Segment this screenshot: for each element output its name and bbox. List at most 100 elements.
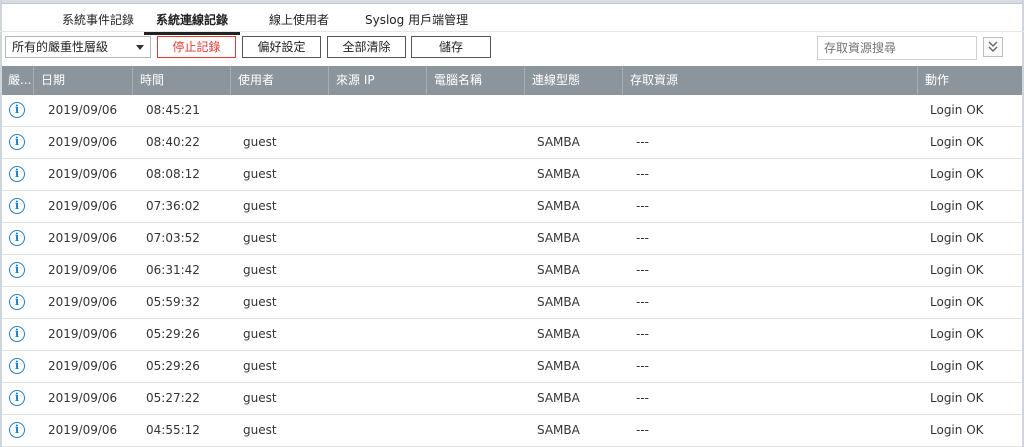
cell-accessed-resource: --- xyxy=(636,199,649,213)
cell-connection-type: SAMBA xyxy=(537,167,580,181)
double-chevron-down-icon xyxy=(988,41,998,52)
cell-date: 2019/09/06 xyxy=(48,231,118,245)
info-icon: i xyxy=(9,262,25,278)
cell-user: guest xyxy=(243,199,277,213)
toolbar: 所有的嚴重性層級 停止記錄 偏好設定 全部清除 儲存 xyxy=(0,32,1024,66)
cell-time: 08:40:22 xyxy=(146,135,200,149)
cell-user: guest xyxy=(243,263,277,277)
table-row[interactable]: i 2019/09/06 04:55:12 guest SAMBA --- Login OK xyxy=(2,415,1022,447)
resource-search-input[interactable] xyxy=(817,36,977,60)
severity-level-select[interactable]: 所有的嚴重性層級 xyxy=(5,36,151,58)
cell-user: guest xyxy=(243,135,277,149)
info-icon: i xyxy=(9,102,25,118)
cell-connection-type: SAMBA xyxy=(537,359,580,373)
cell-action: Login OK xyxy=(930,103,984,117)
cell-connection-type: SAMBA xyxy=(537,199,580,213)
cell-action: Login OK xyxy=(930,295,984,309)
table-row[interactable]: i 2019/09/06 08:40:22 guest SAMBA --- Login OK xyxy=(2,127,1022,159)
cell-date: 2019/09/06 xyxy=(48,103,118,117)
cell-user: guest xyxy=(243,231,277,245)
table-row[interactable]: i 2019/09/06 08:45:21 Login OK xyxy=(2,95,1022,127)
cell-time: 08:08:12 xyxy=(146,167,200,181)
table-row[interactable]: i 2019/09/06 05:29:26 guest SAMBA --- Login OK xyxy=(2,351,1022,383)
cell-connection-type: SAMBA xyxy=(537,423,580,437)
column-header-accessed-resource[interactable]: 存取資源 xyxy=(623,66,918,95)
info-icon: i xyxy=(9,166,25,182)
cell-connection-type: SAMBA xyxy=(537,263,580,277)
table-row[interactable]: i 2019/09/06 05:27:22 guest SAMBA --- Login OK xyxy=(2,383,1022,415)
table-row[interactable]: i 2019/09/06 08:08:12 guest SAMBA --- Login OK xyxy=(2,159,1022,191)
column-header-source-ip[interactable]: 來源 IP xyxy=(329,66,427,95)
cell-accessed-resource: --- xyxy=(636,327,649,341)
cell-user: guest xyxy=(243,423,277,437)
cell-accessed-resource: --- xyxy=(636,359,649,373)
cell-connection-type: SAMBA xyxy=(537,391,580,405)
cell-action: Login OK xyxy=(930,231,984,245)
cell-action: Login OK xyxy=(930,391,984,405)
info-icon: i xyxy=(9,358,25,374)
info-icon: i xyxy=(9,422,25,438)
preferences-button[interactable]: 偏好設定 xyxy=(242,36,321,58)
column-header-user[interactable]: 使用者 xyxy=(231,66,329,95)
cell-time: 04:55:12 xyxy=(146,423,200,437)
info-icon: i xyxy=(9,390,25,406)
cell-accessed-resource: --- xyxy=(636,391,649,405)
cell-user: guest xyxy=(243,167,277,181)
table-row[interactable]: i 2019/09/06 07:36:02 guest SAMBA --- Login OK xyxy=(2,191,1022,223)
cell-date: 2019/09/06 xyxy=(48,391,118,405)
cell-accessed-resource: --- xyxy=(636,167,649,181)
cell-date: 2019/09/06 xyxy=(48,263,118,277)
cell-date: 2019/09/06 xyxy=(48,423,118,437)
cell-time: 08:45:21 xyxy=(146,103,200,117)
cell-action: Login OK xyxy=(930,327,984,341)
tab-system-connection-log[interactable]: 系統連線記錄 xyxy=(143,11,241,35)
column-header-connection-type[interactable]: 連線型態 xyxy=(525,66,623,95)
chevron-down-icon xyxy=(136,45,144,50)
cell-user: guest xyxy=(243,359,277,373)
table-row[interactable]: i 2019/09/06 05:59:32 guest SAMBA --- Login OK xyxy=(2,287,1022,319)
cell-action: Login OK xyxy=(930,135,984,149)
cell-connection-type: SAMBA xyxy=(537,295,580,309)
column-header-severity[interactable]: 嚴... xyxy=(2,66,34,95)
info-icon: i xyxy=(9,230,25,246)
column-header-date[interactable]: 日期 xyxy=(34,66,133,95)
expand-toolbar-button[interactable] xyxy=(983,37,1003,57)
clear-all-button[interactable]: 全部清除 xyxy=(327,36,406,58)
cell-time: 05:29:26 xyxy=(146,327,200,341)
tab-system-event-log[interactable]: 系統事件記錄 xyxy=(62,11,134,28)
cell-action: Login OK xyxy=(930,359,984,373)
cell-connection-type: SAMBA xyxy=(537,327,580,341)
cell-time: 07:36:02 xyxy=(146,199,200,213)
cell-accessed-resource: --- xyxy=(636,263,649,277)
cell-date: 2019/09/06 xyxy=(48,167,118,181)
cell-action: Login OK xyxy=(930,263,984,277)
table-header: 嚴... 日期 時間 使用者 來源 IP 電腦名稱 連線型態 存取資源 動作 xyxy=(2,66,1022,95)
cell-date: 2019/09/06 xyxy=(48,135,118,149)
cell-accessed-resource: --- xyxy=(636,231,649,245)
info-icon: i xyxy=(9,294,25,310)
cell-time: 06:31:42 xyxy=(146,263,200,277)
cell-time: 05:59:32 xyxy=(146,295,200,309)
column-header-computer-name[interactable]: 電腦名稱 xyxy=(427,66,525,95)
save-button[interactable]: 儲存 xyxy=(411,36,491,58)
cell-user: guest xyxy=(243,295,277,309)
column-header-action[interactable]: 動作 xyxy=(918,66,1022,95)
table-row[interactable]: i 2019/09/06 07:03:52 guest SAMBA --- Login OK xyxy=(2,223,1022,255)
stop-logging-button[interactable]: 停止記錄 xyxy=(157,36,236,58)
cell-time: 05:27:22 xyxy=(146,391,200,405)
cell-action: Login OK xyxy=(930,199,984,213)
cell-user: guest xyxy=(243,391,277,405)
table-row[interactable]: i 2019/09/06 06:31:42 guest SAMBA --- Login OK xyxy=(2,255,1022,287)
cell-accessed-resource: --- xyxy=(636,423,649,437)
tab-syslog-client-management[interactable]: Syslog 用戶端管理 xyxy=(365,11,468,28)
log-tabs: 系統事件記錄 系統連線記錄 線上使用者 Syslog 用戶端管理 xyxy=(0,4,1024,35)
cell-time: 05:29:26 xyxy=(146,359,200,373)
table-row[interactable]: i 2019/09/06 05:29:26 guest SAMBA --- Login OK xyxy=(2,319,1022,351)
tab-online-users[interactable]: 線上使用者 xyxy=(269,11,329,28)
cell-date: 2019/09/06 xyxy=(48,199,118,213)
cell-time: 07:03:52 xyxy=(146,231,200,245)
info-icon: i xyxy=(9,134,25,150)
column-header-time[interactable]: 時間 xyxy=(133,66,231,95)
cell-action: Login OK xyxy=(930,167,984,181)
cell-accessed-resource: --- xyxy=(636,295,649,309)
